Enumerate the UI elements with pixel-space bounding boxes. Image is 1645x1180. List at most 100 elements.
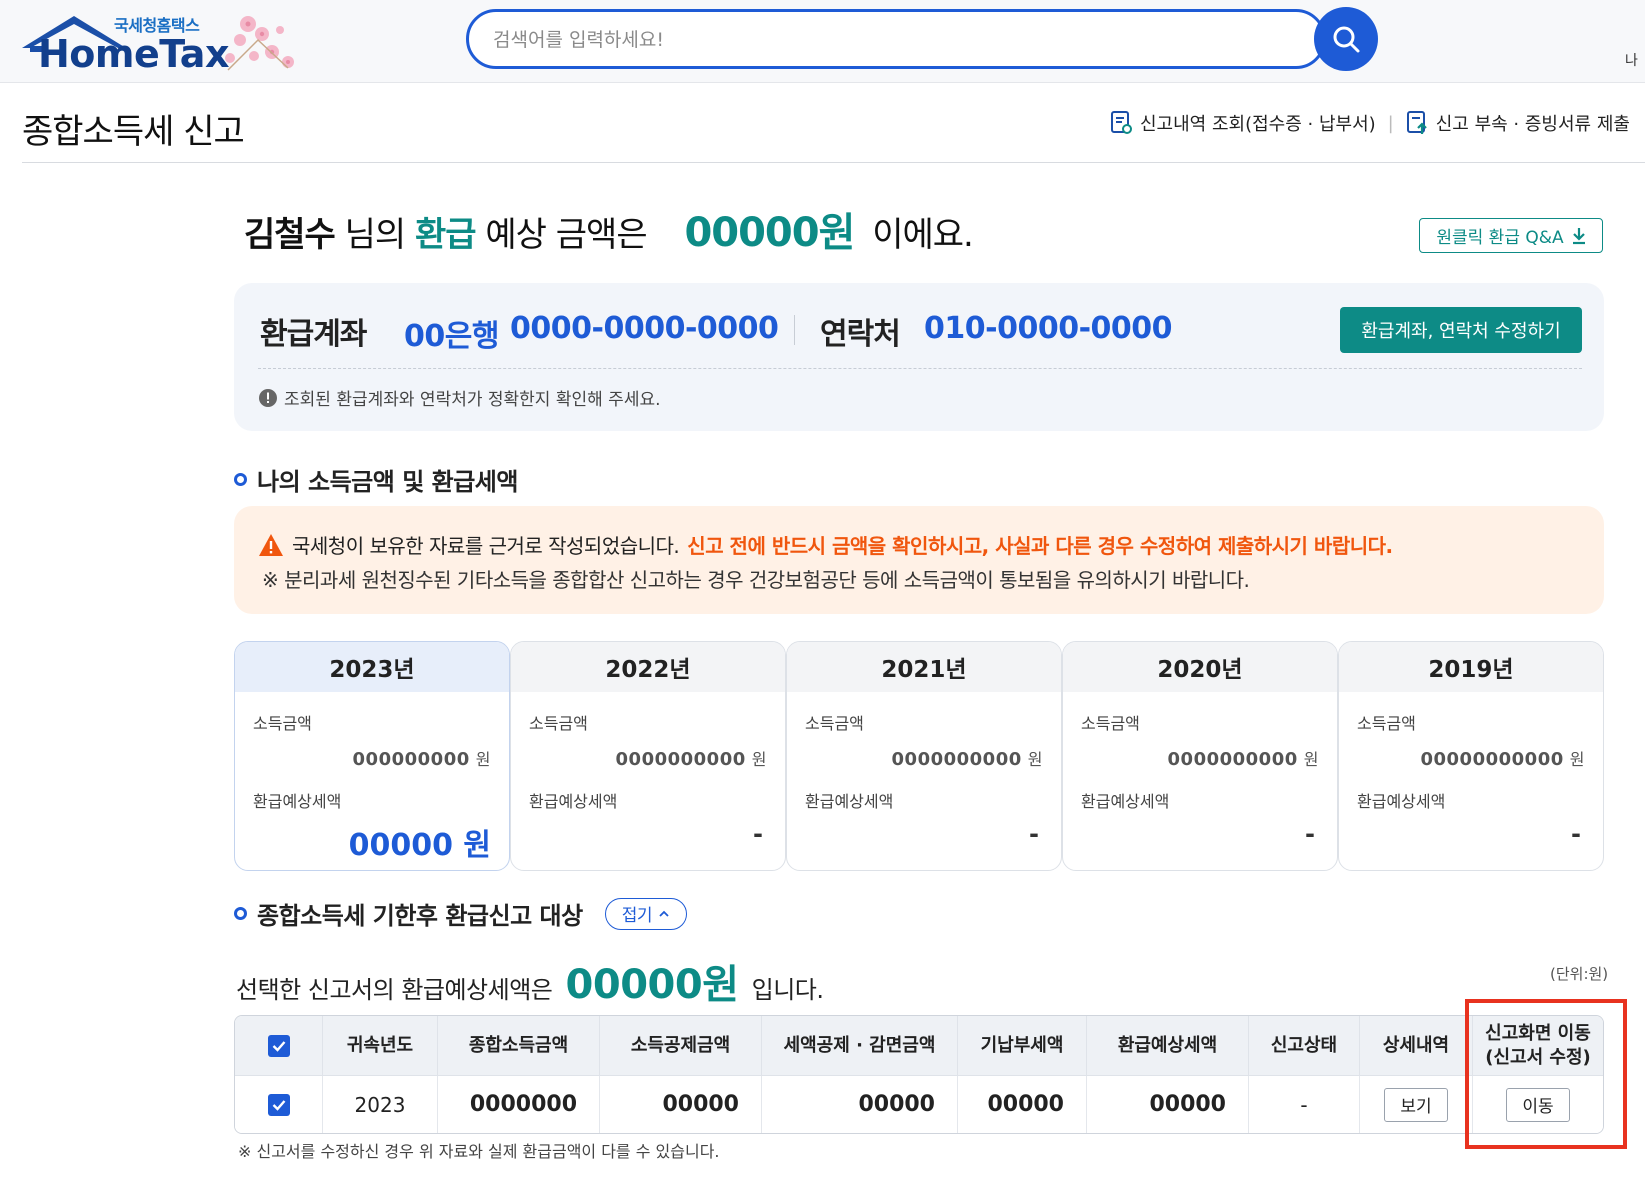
info-icon bbox=[259, 388, 277, 407]
cell-detail: 보기 bbox=[1360, 1076, 1473, 1133]
won-unit: 원 bbox=[1027, 750, 1043, 769]
top-header: 국세청홈택스 HomeTax 나 bbox=[0, 0, 1645, 83]
row-checkbox[interactable] bbox=[267, 1093, 290, 1116]
income-value: 00000000000 bbox=[1420, 749, 1564, 770]
title-divider bbox=[22, 162, 1645, 163]
column-header: 기납부세액 bbox=[958, 1016, 1087, 1076]
income-value: 000000000 bbox=[352, 749, 470, 770]
year-card-title: 2022년 bbox=[511, 642, 785, 692]
attach-documents-link[interactable]: 신고 부속 · 증빙서류 제출 bbox=[1406, 110, 1630, 136]
late-filing-table: 귀속년도 종합소득금액 소득공제금액 세액공제 · 감면금액 기납부세액 환급예… bbox=[234, 1015, 1604, 1134]
filing-history-link[interactable]: 신고내역 조회(접수증 · 납부서) bbox=[1110, 110, 1376, 136]
income-amount: 00000000000 원 bbox=[1420, 746, 1585, 770]
refund-account-panel: 환급계좌 00은행 0000-0000-0000 연락처 010-0000-00… bbox=[234, 283, 1604, 431]
year-card-2019[interactable]: 2019년 소득금액 00000000000 원 환급예상세액 - bbox=[1338, 641, 1604, 871]
cell-refund: 00000 bbox=[1087, 1076, 1249, 1133]
income-amount: 0000000000 원 bbox=[1168, 746, 1319, 770]
search-input[interactable] bbox=[493, 26, 1253, 54]
late-filing-title: 종합소득세 기한후 환급신고 대상 bbox=[257, 902, 583, 930]
phone-number: 010-0000-0000 bbox=[924, 311, 1173, 346]
income-section-title: 나의 소득금액 및 환급세액 bbox=[257, 468, 518, 496]
filing-history-label: 신고내역 조회(접수증 · 납부서) bbox=[1140, 114, 1376, 135]
fold-button-label: 접기 bbox=[621, 906, 653, 926]
hero-refund-amount: 00000원 bbox=[684, 210, 855, 256]
column-header: 신고상태 bbox=[1249, 1016, 1360, 1076]
hero-text-3: 이에요. bbox=[872, 215, 974, 255]
cherry-blossom-icon bbox=[225, 16, 294, 71]
fold-button[interactable]: 접기 bbox=[604, 897, 687, 930]
column-header: 세액공제 · 감면금액 bbox=[762, 1016, 958, 1076]
checkmark-icon bbox=[272, 1040, 285, 1052]
highlight-box bbox=[1465, 999, 1627, 1149]
income-label: 소득금액 bbox=[529, 714, 588, 733]
year-card-title: 2023년 bbox=[235, 642, 509, 692]
income-label: 소득금액 bbox=[253, 714, 312, 733]
year-card-2023[interactable]: 2023년 소득금액 000000000 원 환급예상세액 00000 원 bbox=[234, 641, 510, 871]
income-label: 소득금액 bbox=[805, 714, 864, 733]
logo-title: HomeTax bbox=[38, 32, 229, 76]
account-number: 0000-0000-0000 bbox=[510, 311, 779, 346]
hometax-logo[interactable]: 국세청홈택스 HomeTax bbox=[22, 10, 312, 76]
download-icon bbox=[1572, 227, 1585, 244]
refund-amount: - bbox=[753, 820, 763, 848]
table-footnote: ※ 신고서를 수정하신 경우 위 자료와 실제 환급금액이 다를 수 있습니다. bbox=[238, 1142, 720, 1161]
table-row: 2023 0000000 00000 00000 00000 00000 - 보… bbox=[235, 1076, 1603, 1133]
edit-account-contact-button[interactable]: 환급계좌, 연락처 수정하기 bbox=[1340, 307, 1582, 353]
column-header: 종합소득금액 bbox=[438, 1016, 600, 1076]
income-amount: 0000000000 원 bbox=[892, 746, 1043, 770]
income-label: 소득금액 bbox=[1357, 714, 1416, 733]
unit-note: (단위:원) bbox=[1550, 965, 1609, 983]
search-icon bbox=[1333, 26, 1360, 53]
page-title: 종합소득세 신고 bbox=[22, 112, 245, 152]
refund-qa-download-button[interactable]: 원클릭 환급 Q&A bbox=[1419, 218, 1603, 253]
cell-prepaid: 00000 bbox=[958, 1076, 1087, 1133]
selected-refund-summary: 선택한 신고서의 환급예상세액은 00000원 입니다. bbox=[236, 952, 824, 1010]
year-card-2020[interactable]: 2020년 소득금액 0000000000 원 환급예상세액 - bbox=[1062, 641, 1338, 871]
account-notice-text: 조회된 환급계좌와 연락처가 정확한지 확인해 주세요. bbox=[284, 390, 661, 410]
income-value: 0000000000 bbox=[891, 749, 1022, 770]
cell-year: 2023 bbox=[323, 1076, 438, 1133]
title-links: 신고내역 조회(접수증 · 납부서) | 신고 부속 · 증빙서류 제출 bbox=[1110, 110, 1630, 136]
warning-normal-text: 국세청이 보유한 자료를 근거로 작성되었습니다. bbox=[292, 534, 680, 558]
hero-text-1: 님의 bbox=[344, 215, 407, 255]
selected-suffix: 입니다. bbox=[751, 976, 824, 1004]
top-right-menu[interactable]: 나 bbox=[1625, 50, 1638, 70]
refund-label: 환급예상세액 bbox=[1357, 792, 1446, 811]
late-filing-section-heading: 종합소득세 기한후 환급신고 대상 접기 bbox=[234, 896, 687, 931]
cell-tax-credit: 00000 bbox=[762, 1076, 958, 1133]
contact-label: 연락처 bbox=[820, 317, 901, 352]
table-header-row: 귀속년도 종합소득금액 소득공제금액 세액공제 · 감면금액 기납부세액 환급예… bbox=[235, 1016, 1603, 1076]
year-card-title: 2021년 bbox=[787, 642, 1061, 692]
account-notice: 조회된 환급계좌와 연락처가 정확한지 확인해 주세요. bbox=[258, 385, 661, 410]
refund-label: 환급예상세액 bbox=[253, 792, 342, 811]
document-search-icon bbox=[1111, 111, 1132, 134]
search-button[interactable] bbox=[1314, 7, 1378, 71]
warning-note: ※ 분리과세 원천징수된 기타소득을 종합합산 신고하는 경우 건강보험공단 등… bbox=[262, 568, 1250, 592]
document-upload-icon bbox=[1406, 111, 1427, 134]
bank-name: 00은행 bbox=[404, 319, 499, 354]
won-unit: 원 bbox=[1569, 750, 1585, 769]
year-card-2021[interactable]: 2021년 소득금액 0000000000 원 환급예상세액 - bbox=[786, 641, 1062, 871]
refund-amount: 00000 원 bbox=[348, 828, 491, 863]
column-header: 귀속년도 bbox=[323, 1016, 438, 1076]
refund-label: 환급예상세액 bbox=[805, 792, 894, 811]
search-box[interactable] bbox=[466, 9, 1326, 69]
warning-line: 국세청이 보유한 자료를 근거로 작성되었습니다. 신고 전에 반드시 금액을 … bbox=[258, 530, 1393, 559]
attach-documents-label: 신고 부속 · 증빙서류 제출 bbox=[1435, 114, 1630, 135]
column-header: 상세내역 bbox=[1360, 1016, 1473, 1076]
dashed-divider bbox=[258, 368, 1582, 369]
warning-emphasis-text: 신고 전에 반드시 금액을 확인하시고, 사실과 다른 경우 수정하여 제출하시… bbox=[687, 534, 1393, 558]
refund-label: 환급예상세액 bbox=[1081, 792, 1170, 811]
year-card-title: 2020년 bbox=[1063, 642, 1337, 692]
income-amount: 0000000000 원 bbox=[616, 746, 767, 770]
refund-amount: - bbox=[1029, 820, 1039, 848]
income-value: 0000000000 bbox=[1167, 749, 1298, 770]
warning-icon bbox=[259, 533, 283, 556]
cell-total-income: 0000000 bbox=[438, 1076, 600, 1133]
chevron-up-icon bbox=[659, 910, 669, 917]
account-divider bbox=[794, 315, 795, 345]
year-card-2022[interactable]: 2022년 소득금액 0000000000 원 환급예상세액 - bbox=[510, 641, 786, 871]
select-all-checkbox[interactable] bbox=[267, 1034, 290, 1057]
link-separator: | bbox=[1387, 112, 1394, 134]
detail-view-button[interactable]: 보기 bbox=[1384, 1087, 1448, 1122]
